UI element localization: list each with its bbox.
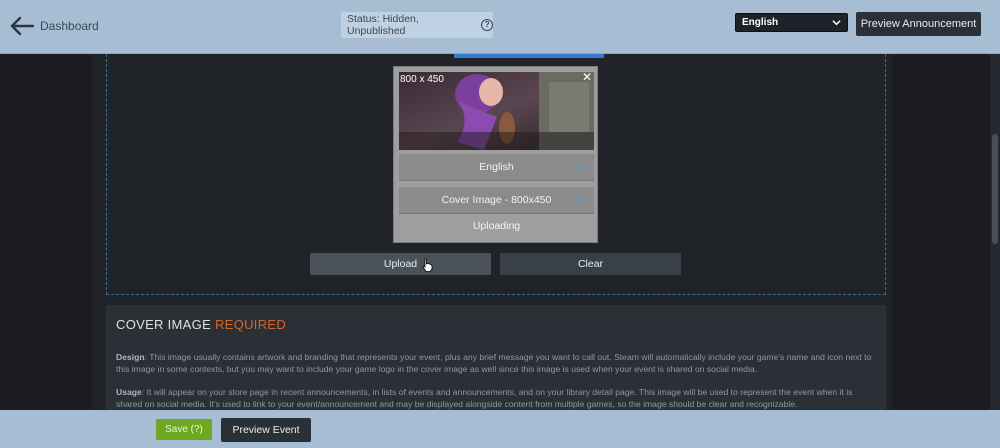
- chevron-down-icon: [576, 165, 585, 171]
- image-dimensions-label: 800 x 450: [400, 74, 444, 85]
- image-language-select[interactable]: English: [399, 154, 594, 181]
- section-title: COVER IMAGE REQUIRED: [116, 317, 286, 332]
- save-button[interactable]: Save (?): [156, 419, 212, 440]
- usage-text: : It will appear on your store page in r…: [116, 387, 853, 409]
- upload-button[interactable]: Upload: [310, 253, 491, 275]
- clear-button[interactable]: Clear: [500, 253, 681, 275]
- upload-status: Uploading: [472, 220, 521, 232]
- usage-label: Usage: [116, 387, 142, 397]
- scrollbar-thumb[interactable]: [992, 134, 998, 244]
- usage-description: Usage: It will appear on your store page…: [116, 386, 876, 410]
- required-badge: REQUIRED: [215, 317, 287, 332]
- preview-event-button[interactable]: Preview Event: [221, 418, 311, 442]
- language-select-value: English: [742, 17, 779, 28]
- top-header: Dashboard Status: Hidden, Unpublished ? …: [0, 0, 1000, 54]
- hand-cursor-icon: [422, 258, 433, 272]
- image-language-value: English: [479, 161, 514, 173]
- status-indicator: Status: Hidden, Unpublished ?: [341, 12, 493, 38]
- arrow-left-icon: [10, 16, 34, 36]
- chevron-down-icon: [576, 198, 585, 204]
- tab-indicator: [454, 54, 604, 58]
- close-icon[interactable]: ✕: [582, 70, 592, 84]
- design-text: : This image usually contains artwork an…: [116, 352, 872, 374]
- language-select[interactable]: English: [735, 13, 848, 32]
- back-to-dashboard-link[interactable]: Dashboard: [10, 14, 99, 38]
- status-text: Status: Hidden, Unpublished: [347, 13, 419, 37]
- design-label: Design: [116, 352, 145, 362]
- page-scrollbar[interactable]: [990, 54, 1000, 410]
- image-type-select[interactable]: Cover Image - 800x450: [399, 187, 594, 214]
- section-title-text: COVER IMAGE: [116, 317, 212, 332]
- design-description: Design: This image usually contains artw…: [116, 351, 876, 375]
- chevron-down-icon: [832, 20, 841, 26]
- cover-image-info-panel: COVER IMAGE REQUIRED Design: This image u…: [106, 305, 886, 415]
- preview-announcement-button[interactable]: Preview Announcement: [856, 12, 981, 36]
- question-circle-icon[interactable]: ?: [481, 19, 493, 31]
- image-upload-card: 800 x 450 ✕ English Cover Image - 800x45…: [393, 66, 598, 243]
- bottom-action-bar: Save (?) Preview Event: [0, 410, 1000, 448]
- back-label: Dashboard: [40, 19, 99, 33]
- image-type-value: Cover Image - 800x450: [441, 194, 552, 206]
